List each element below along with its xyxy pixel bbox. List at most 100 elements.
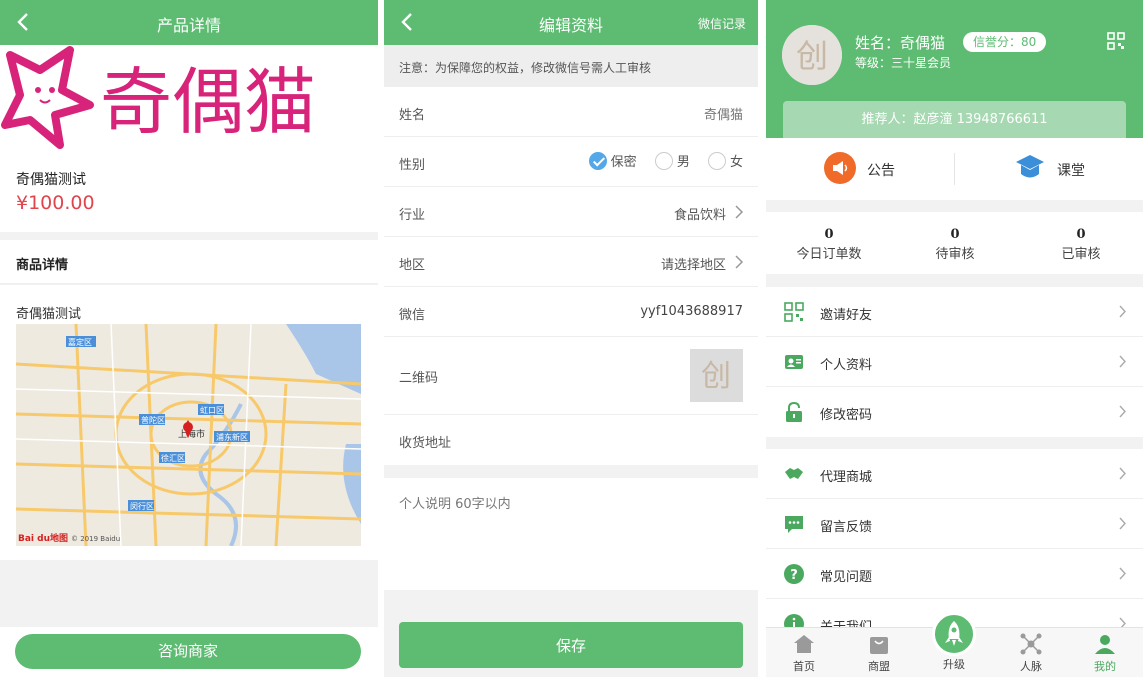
brand-banner-text: 奇偶猫 [100,60,316,144]
svg-text:创: 创 [701,359,731,394]
tab-network[interactable]: 人脉 [1007,632,1055,674]
qrcode-label: 二维码 [399,371,439,386]
page-title: 产品详情 [156,16,221,35]
detail-section-title: 商品详情 [16,258,69,273]
detail-section-header: 商品详情 [0,240,378,284]
map-label-xuhui: 徐汇区 [161,453,185,463]
notice-text: 注意：为保障您的权益，修改微信号需人工审核 [399,61,652,75]
qrcode-row[interactable]: 二维码 创 [384,337,758,415]
product-info: 奇偶猫测试 ¥100.00 [0,152,378,232]
avatar[interactable]: 创 [782,25,842,85]
detail-section-body: 奇偶猫测试 嘉定区 虹口区 普陀区 浦东新区 徐汇区 闵行区 上海市 Bai d… [0,285,378,560]
qrcode-icon[interactable] [1107,32,1125,50]
name-field[interactable]: 奇偶猫 [704,104,743,123]
stat-today-orders[interactable]: 0 今日订单数 [794,227,864,262]
handshake-icon [785,468,803,479]
chevron-right-icon [1119,355,1126,368]
gender-radio-group: 保密 男 女 [575,151,743,170]
chevron-right-icon [735,205,744,219]
network-icon [1020,633,1042,655]
my-profile-screen: 创 姓名：奇偶猫 信誉分：80 等级：三十星会员 推荐人：赵彦潼 1394876… [766,0,1143,677]
wechat-row[interactable]: 微信 yyf1043688917 [384,287,758,337]
map-label-putuo: 普陀区 [141,415,165,425]
qrcode-upload-image[interactable]: 创 [690,349,743,402]
chevron-right-icon [1119,567,1126,580]
classroom-icon [1016,155,1044,178]
wechat-record-link[interactable]: 微信记录 [698,15,746,32]
gender-row: 性别 保密 男 女 [384,137,758,187]
edit-profile-screen: 编辑资料 微信记录 注意：为保障您的权益，修改微信号需人工审核 姓名 奇偶猫 性… [384,0,758,677]
question-icon: ? [784,564,804,584]
quick-links: 公告 课堂 [766,138,1143,200]
address-label: 收货地址 [399,436,452,451]
map-label-hongkou: 虹口区 [200,406,224,415]
location-map[interactable]: 嘉定区 虹口区 普陀区 浦东新区 徐汇区 闵行区 上海市 Bai du地图 © … [16,324,361,546]
shopping-bag-icon [870,637,888,654]
rocket-icon [945,621,963,646]
bio-placeholder: 个人说明 60字以内 [399,497,511,512]
tab-upgrade[interactable] [932,612,976,656]
menu-item-password[interactable]: 修改密码 [766,387,1143,437]
product-header: 产品详情 [0,0,378,45]
bio-textarea[interactable]: 个人说明 60字以内 [384,478,758,590]
user-level: 等级：三十星会员 [855,56,952,70]
chevron-right-icon [1119,405,1126,418]
product-bottom-bar: 咨询商家 [0,627,378,677]
region-label: 地区 [399,258,426,273]
stat-pending[interactable]: 0 待审核 [920,227,990,262]
placeholder-logo-icon: 创 [690,349,743,402]
megaphone-icon [824,152,856,184]
name-row[interactable]: 姓名 奇偶猫 [384,87,758,137]
map-label-jiading: 嘉定区 [68,337,92,347]
map-label-pudong: 浦东新区 [216,432,248,442]
address-row[interactable]: 收货地址 [384,415,758,465]
credit-badge: 信誉分：80 [963,32,1047,52]
id-card-icon [785,355,803,369]
notice-bar: 注意：为保障您的权益，修改微信号需人工审核 [384,45,758,87]
map-watermark: © 2019 Baidu [71,535,120,543]
consult-merchant-button[interactable]: 咨询商家 [15,634,361,669]
stat-approved[interactable]: 0 已审核 [1046,227,1116,262]
industry-row[interactable]: 行业 食品饮料 [384,187,758,237]
tab-home[interactable]: 首页 [780,632,828,674]
tab-upgrade-label: 升级 [943,658,965,671]
avatar-char: 创 [796,37,828,75]
product-name: 奇偶猫测试 [16,172,86,188]
radio-checked-icon [588,151,607,170]
order-stats: 0 今日订单数 0 待审核 0 已审核 [766,212,1143,274]
menu-item-faq[interactable]: ? 常见问题 [766,549,1143,599]
wechat-label: 微信 [399,308,426,323]
home-icon [794,635,814,653]
detail-text: 奇偶猫测试 [16,307,82,322]
radio-unchecked-icon [707,151,726,170]
chat-bubble-icon [785,516,803,533]
map-logo: Bai du地图 [18,532,68,544]
name-label: 姓名 [399,108,426,123]
region-value: 请选择地区 [660,258,726,273]
profile-header: 创 姓名：奇偶猫 信誉分：80 等级：三十星会员 推荐人：赵彦潼 1394876… [766,0,1143,138]
save-button[interactable]: 保存 [399,622,743,668]
menu-item-agent-mall[interactable]: 代理商城 [766,449,1143,499]
profile-form: 姓名 奇偶猫 性别 保密 男 女 行业 食品饮料 地区 请选择地区 微信 yyf… [384,87,758,465]
gender-radio-male[interactable]: 男 [654,151,690,170]
brand-logo-icon: 奇偶猫 [1,46,316,149]
tab-alliance[interactable]: 商盟 [855,632,903,674]
tab-mine[interactable]: 我的 [1081,632,1129,674]
user-name: 姓名：奇偶猫 [855,34,946,52]
chevron-right-icon [735,255,744,269]
menu-group-account: 邀请好友 个人资料 修改密码 [766,287,1143,437]
gender-radio-secret[interactable]: 保密 [588,151,637,170]
menu-item-profile[interactable]: 个人资料 [766,337,1143,387]
svg-text:?: ? [790,568,798,583]
region-row[interactable]: 地区 请选择地区 [384,237,758,287]
industry-label: 行业 [399,208,426,223]
lock-icon [786,402,802,422]
chevron-right-icon [1119,467,1126,480]
product-detail-screen: 产品详情 奇偶猫 奇偶猫测试 ¥100.00 商品详情 奇偶猫测试 嘉定区 虹口… [0,0,378,677]
gender-radio-female[interactable]: 女 [707,151,743,170]
referrer-bar: 推荐人：赵彦潼 13948766611 [783,101,1126,138]
menu-item-feedback[interactable]: 留言反馈 [766,499,1143,549]
menu-item-invite[interactable]: 邀请好友 [766,287,1143,337]
wechat-field[interactable]: yyf1043688917 [640,304,743,319]
product-price: ¥100.00 [16,192,95,214]
